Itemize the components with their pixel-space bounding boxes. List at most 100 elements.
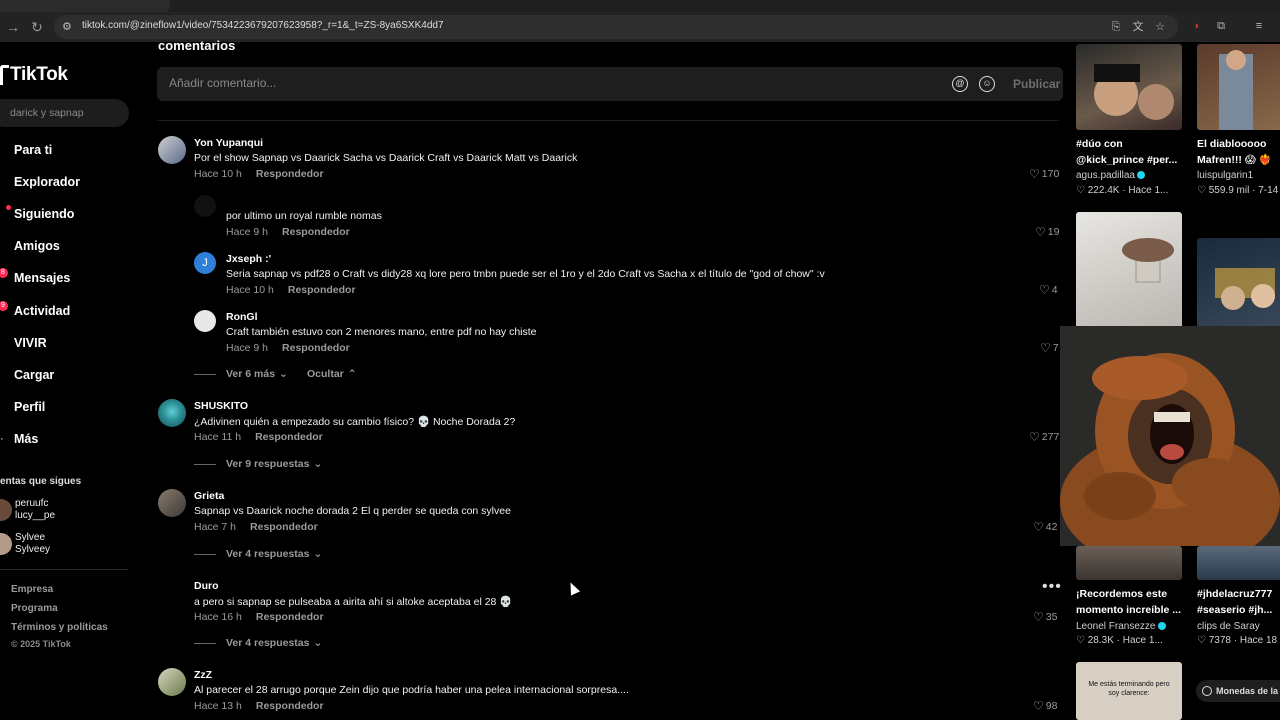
video-thumbnail[interactable] [1197,546,1280,580]
reload-icon[interactable]: ↻ [28,18,46,36]
following-account-peruufc[interactable]: peruufc lucy__pe [0,498,55,522]
video-author[interactable]: Leonel Fransezze [1076,621,1166,632]
media-control-icon[interactable]: ≡ [1252,19,1266,33]
chevron-down-icon: ⌄ [313,548,323,560]
reply-button[interactable]: Respondedor [256,611,324,623]
browser-tab[interactable] [0,0,170,12]
extension-icon[interactable]: ◗ [1190,19,1204,33]
tiktok-logo[interactable]: TikTok [0,62,68,88]
comment-meta: Hace 11 h Respondedor [194,431,323,443]
like-button[interactable]: ♡ 4 [1039,283,1058,297]
view-replies[interactable]: Ver 4 respuestas ⌄ [194,637,322,649]
video-title[interactable]: ¡Recordemos este momento increíble ... [1076,586,1181,618]
comment-text: Seria sapnap vs pdf28 o Craft vs didy28 … [226,268,825,280]
video-thumbnail[interactable] [1076,546,1182,580]
video-title[interactable]: #dúo con @kick_prince #per... [1076,136,1177,168]
sidebar-item-para-ti[interactable]: Para ti [0,139,52,161]
chevron-up-icon: ⌃ [347,368,357,380]
view-replies[interactable]: Ver 9 respuestas ⌄ [194,458,322,470]
hide-replies[interactable]: Ocultar ⌃ [307,368,357,380]
comment-text: Por el show Sapnap vs Daarick Sacha vs D… [194,152,578,164]
avatar[interactable] [194,310,216,332]
avatar[interactable] [194,195,216,217]
sidebar-item-cargar[interactable]: Cargar [0,364,54,386]
video-title[interactable]: #jhdelacruz777 #seaserio #jh... [1197,586,1272,618]
reply-button[interactable]: Respondedor [250,521,318,533]
translate-icon[interactable]: 文 [1131,20,1145,34]
avatar[interactable] [158,579,186,607]
sidebar-item-mensajes[interactable]: 8 Mensajes [0,267,70,289]
video-stats: ♡ 7378 · Hace 18 [1197,635,1278,646]
video-thumbnail[interactable] [1197,44,1280,130]
site-info-icon[interactable]: ⚙ [62,20,76,34]
emoji-icon[interactable]: ☺ [979,76,995,92]
publish-button[interactable]: Publicar [1013,77,1060,91]
video-thumbnail[interactable] [1076,44,1182,130]
video-author[interactable]: luispulgarin1 [1197,170,1253,181]
comment-text: Craft también estuvo con 2 menores mano,… [226,326,537,338]
sidebar-item-amigos[interactable]: Amigos [0,235,60,257]
bookmark-star-icon[interactable]: ☆ [1153,20,1167,34]
sidebar-item-vivir[interactable]: VIVIR [0,332,47,354]
like-button[interactable]: ♡ 42 [1033,520,1057,534]
video-thumbnail[interactable]: Me estás terminando pero soy clarence: [1076,662,1182,720]
reply-button[interactable]: Respondedor [282,342,350,354]
video-title[interactable]: El diablooooo Mafren!!! 😱 ❤️‍🔥 [1197,136,1272,168]
comment-username[interactable]: RonGl [226,311,258,323]
avatar[interactable] [158,489,186,517]
comment-username[interactable]: Grieta [194,490,224,502]
install-icon[interactable]: ⎘ [1109,20,1123,34]
comment-username[interactable]: Yon Yupanqui [194,137,263,149]
address-bar[interactable]: ⚙ tiktok.com/@zineflow1/video/7534223679… [54,15,1178,39]
reply-button[interactable]: Respondedor [256,700,324,712]
avatar[interactable] [158,399,186,427]
more-options-icon[interactable]: ••• [1042,578,1062,596]
forward-icon[interactable]: → [4,18,22,36]
mention-icon[interactable]: @ [952,76,968,92]
comment-text: Sapnap vs Daarick noche dorada 2 El q pe… [194,505,511,517]
tab-strip [0,0,1280,12]
comment-input[interactable] [169,76,929,90]
video-thumbnail[interactable] [1076,212,1182,332]
video-thumbnail-image [1215,268,1275,310]
video-author[interactable]: clips de Saray [1197,621,1260,632]
footer-link-empresa[interactable]: Empresa [11,584,53,595]
comment-username[interactable]: ZzZ [194,669,212,681]
orangutan-overlay-image [1060,326,1280,546]
sidebar-item-perfil[interactable]: Perfil [0,396,45,418]
coins-button[interactable]: Monedas de la l [1196,680,1280,702]
view-replies[interactable]: Ver 4 respuestas ⌄ [194,548,322,560]
reply-button[interactable]: Respondedor [255,431,323,443]
like-button[interactable]: ♡ 277 [1029,430,1059,444]
reply-button[interactable]: Respondedor [288,284,356,296]
chevron-down-icon: ⌄ [313,637,323,649]
reply-button[interactable]: Respondedor [282,226,350,238]
reply-button[interactable]: Respondedor [256,168,324,180]
following-account-sylvee[interactable]: Sylvee Sylveey [0,532,50,556]
avatar[interactable] [158,668,186,696]
comment-username[interactable]: Duro [194,580,219,592]
sidebar-item-actividad[interactable]: 9 Actividad [0,300,70,322]
sidebar-item-mas[interactable]: · Más [0,428,38,450]
avatar[interactable] [158,136,186,164]
avatar[interactable]: J [194,252,216,274]
sidebar-item-explorador[interactable]: Explorador [0,171,80,193]
see-more-replies[interactable]: Ver 6 más ⌄ [194,368,288,380]
footer-link-programa[interactable]: Programa [11,603,58,614]
following-accounts-title: entas que sigues [0,476,82,487]
like-button[interactable]: ♡ 19 [1035,225,1059,239]
extensions-puzzle-icon[interactable]: ⧉ [1214,19,1228,33]
video-author[interactable]: agus.padillaa [1076,170,1145,181]
video-thumbnail[interactable] [1197,238,1280,332]
footer-link-terminos[interactable]: Términos y políticas [11,622,108,633]
activity-badge: 9 [0,301,8,311]
comment-username[interactable]: SHUSKITO [194,400,248,412]
comment-username[interactable]: Jxseph :' [226,253,271,265]
like-button[interactable]: ♡ 35 [1033,610,1057,624]
like-button[interactable]: ♡ 98 [1033,699,1057,713]
like-button[interactable]: ♡ 7 [1040,341,1059,355]
like-button[interactable]: ♡ 170 [1029,167,1059,181]
avatar [0,533,12,555]
sidebar-item-siguiendo[interactable]: Siguiendo [0,203,74,225]
sidebar-search[interactable]: darick y sapnap [0,99,129,127]
